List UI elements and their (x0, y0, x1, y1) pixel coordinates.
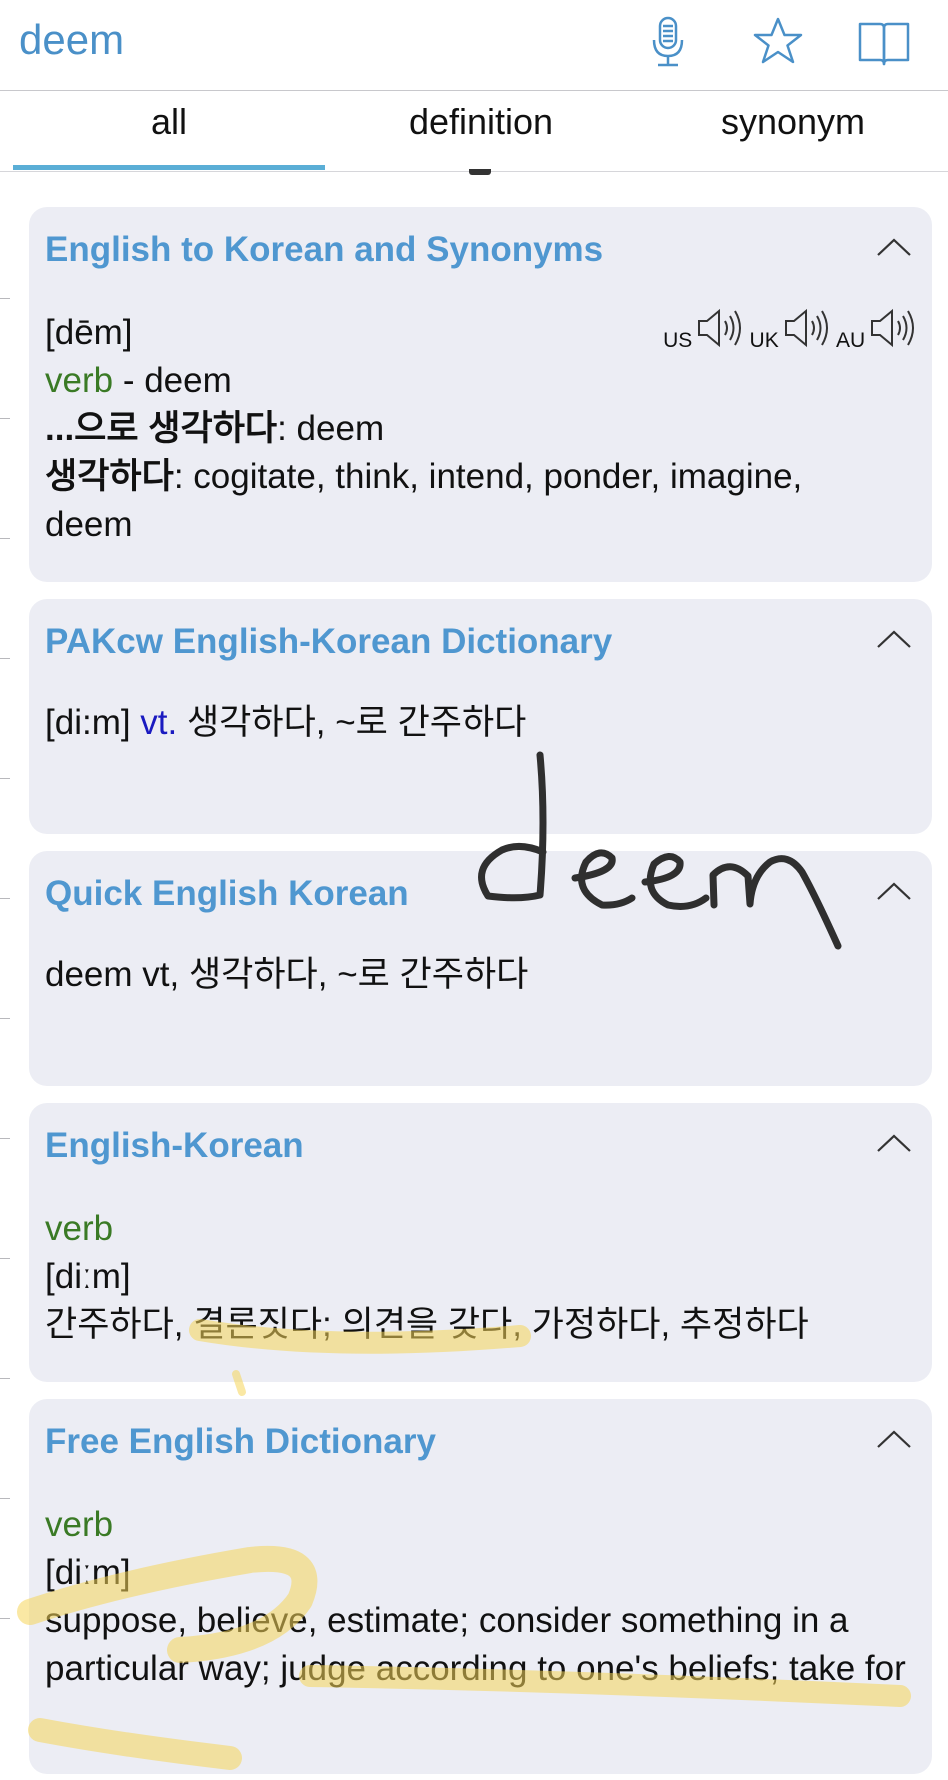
tab-synonym[interactable]: synonym (637, 101, 948, 142)
keyword: 생각하다 (45, 457, 174, 496)
card-free-english-dictionary: Free English Dictionary verb [diːm] supp… (29, 1399, 932, 1774)
definition: deem vt, 생각하다, ~로 간주하다 (45, 955, 529, 994)
collapse-chevron-icon[interactable] (876, 1133, 912, 1153)
definition: suppose, believe, estimate; consider som… (45, 1601, 906, 1688)
card-body: [dēm] verb - deem ...으로 생각하다: deem 생각하다:… (45, 309, 895, 549)
edge-tick (0, 1138, 10, 1139)
pronunciation: [di:m] (45, 703, 141, 742)
search-term[interactable]: deem (19, 16, 124, 64)
collapse-chevron-icon[interactable] (876, 1429, 912, 1449)
keyword-line: 생각하다: cogitate, think, intend, ponder, i… (45, 453, 895, 549)
definition: 간주하다, 결론짓다; 의견을 갖다, 가정하다, 추정하다 (45, 1305, 809, 1344)
edge-tick (0, 898, 10, 899)
pronunciation: [dēm] (45, 313, 133, 352)
pronunciation: [diːm] (45, 1553, 131, 1592)
part-of-speech-line: verb - deem (45, 357, 895, 405)
tab-bar: all definition synonym (0, 91, 948, 175)
card-pakcw-dictionary: PAKcw English-Korean Dictionary [di:m] v… (29, 599, 932, 834)
card-body: deem vt, 생각하다, ~로 간주하다 (45, 951, 895, 999)
pos-word: - deem (113, 361, 232, 400)
book-icon[interactable] (852, 10, 916, 74)
collapse-chevron-icon[interactable] (876, 881, 912, 901)
edge-tick (0, 778, 10, 779)
keyword: ...으로 생각하다 (45, 409, 278, 448)
edge-tick (0, 1258, 10, 1259)
card-title[interactable]: PAKcw English-Korean Dictionary (45, 622, 612, 662)
card-title[interactable]: Free English Dictionary (45, 1422, 436, 1462)
edge-tick (0, 1378, 10, 1379)
part-of-speech: verb (45, 1209, 114, 1248)
pronunciation: [diːm] (45, 1257, 131, 1296)
card-body: [di:m] vt. 생각하다, ~로 간주하다 (45, 699, 895, 747)
edge-tick (0, 1498, 10, 1499)
active-tab-indicator (13, 165, 325, 170)
top-bar: deem (0, 0, 948, 91)
tab-all[interactable]: all (13, 101, 325, 142)
card-body: verb [diːm] 간주하다, 결론짓다; 의견을 갖다, 가정하다, 추정… (45, 1205, 895, 1349)
edge-tick (0, 658, 10, 659)
part-of-speech: verb (45, 1505, 114, 1544)
star-icon[interactable] (746, 10, 810, 74)
part-of-speech: vt. (140, 703, 178, 742)
edge-tick (0, 538, 10, 539)
card-quick-english-korean: Quick English Korean deem vt, 생각하다, ~로 간… (29, 851, 932, 1086)
card-body: verb [diːm] suppose, believe, estimate; … (45, 1501, 913, 1693)
card-english-korean: English-Korean verb [diːm] 간주하다, 결론짓다; 의… (29, 1103, 932, 1382)
tab-definition[interactable]: definition (325, 101, 637, 142)
card-english-korean-synonyms: English to Korean and Synonyms US UK AU (29, 207, 932, 582)
edge-tick (0, 1618, 10, 1619)
microphone-icon[interactable] (636, 10, 700, 74)
edge-tick (0, 418, 10, 419)
part-of-speech: verb (45, 361, 114, 400)
definition: 생각하다, ~로 간주하다 (177, 703, 527, 742)
tab-scroll-marker (469, 169, 491, 175)
edge-tick (0, 1018, 10, 1019)
collapse-chevron-icon[interactable] (876, 629, 912, 649)
card-title[interactable]: English-Korean (45, 1126, 304, 1166)
card-title[interactable]: English to Korean and Synonyms (45, 230, 603, 270)
collapse-chevron-icon[interactable] (876, 237, 912, 257)
keyword-line: ...으로 생각하다: deem (45, 405, 895, 453)
card-title[interactable]: Quick English Korean (45, 874, 409, 914)
keyword-synonyms: : deem (277, 409, 385, 448)
edge-tick (0, 298, 10, 299)
